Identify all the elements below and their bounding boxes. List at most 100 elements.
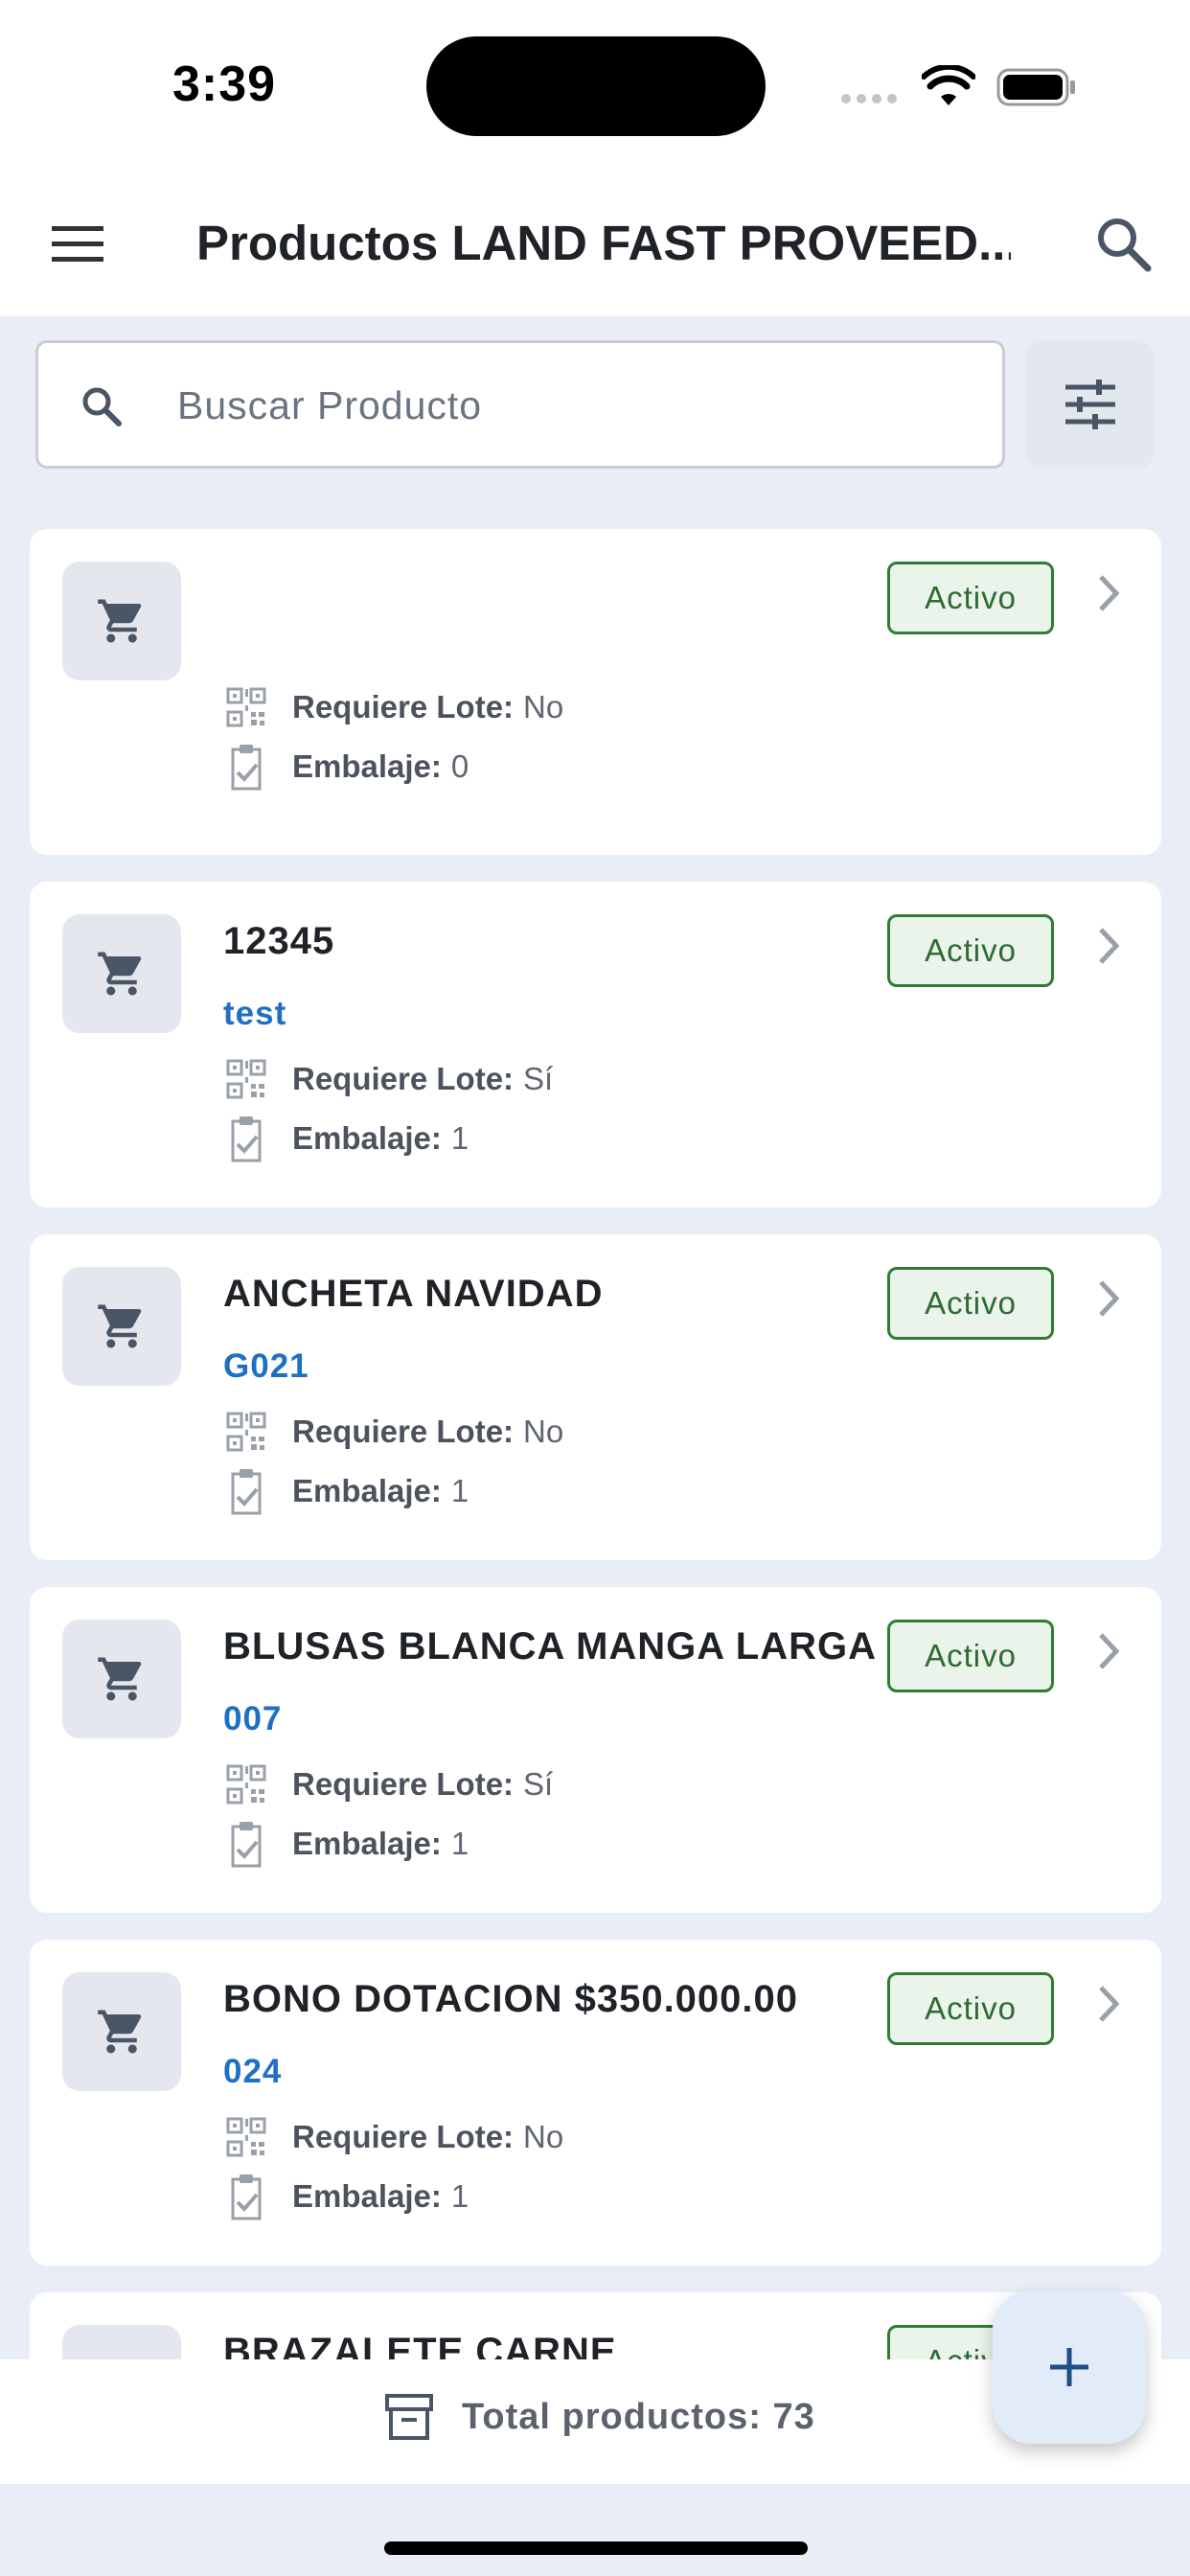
product-card[interactable]: BLUSAS BLANCA MANGA LARGA 007 Activo Req… — [30, 1587, 1161, 1913]
product-list-area: Activo Requiere Lote: No Embalaje: 0 — [0, 316, 1190, 2359]
home-indicator-area — [0, 2484, 1190, 2576]
product-name: BONO DOTACION $350.000.00 — [223, 1978, 799, 2020]
qr-code-icon — [226, 2117, 266, 2157]
product-card[interactable]: 12345 test Activo Requiere Lote: Sí Emba… — [30, 882, 1161, 1208]
shopping-cart-icon — [98, 952, 142, 996]
embalaje-value: 1 — [450, 2178, 469, 2214]
filter-button[interactable] — [1026, 340, 1155, 469]
status-badge: Activo — [887, 1972, 1054, 2045]
chevron-right-icon[interactable] — [1089, 1275, 1128, 1322]
requiere-lote-row: Requiere Lote: Sí — [225, 1756, 553, 1813]
total-products-label: Total productos: 73 — [462, 2396, 815, 2437]
qr-code-icon — [226, 687, 266, 727]
clipboard-check-icon — [231, 2174, 262, 2220]
product-thumbnail — [62, 1972, 181, 2091]
product-thumbnail — [62, 2325, 181, 2359]
chevron-right-icon[interactable] — [1089, 569, 1128, 617]
menu-icon[interactable] — [48, 220, 107, 268]
status-badge: Activo — [887, 1620, 1054, 1692]
qr-code-icon — [226, 1764, 266, 1805]
requiere-lote-label: Requiere Lote: — [292, 1061, 515, 1096]
product-list: Activo Requiere Lote: No Embalaje: 0 123… — [30, 529, 1161, 2359]
shopping-cart-icon — [98, 1657, 142, 1701]
product-name: 12345 — [223, 920, 335, 962]
search-icon[interactable] — [1092, 213, 1156, 276]
embalaje-label: Embalaje: — [292, 1826, 442, 1861]
qr-code-icon — [226, 1412, 266, 1452]
product-thumbnail — [62, 1620, 181, 1738]
filter-icon — [1065, 380, 1115, 429]
requiere-lote-row: Requiere Lote: Sí — [225, 1050, 553, 1108]
requiere-lote-value: No — [523, 2119, 564, 2154]
product-card[interactable]: Activo Requiere Lote: No Embalaje: 0 — [30, 529, 1161, 855]
app-bar: Productos LAND FAST PROVEED... — [0, 172, 1190, 316]
shopping-cart-icon — [98, 2010, 142, 2054]
requiere-lote-label: Requiere Lote: — [292, 1766, 515, 1802]
clipboard-check-icon — [231, 1822, 262, 1868]
requiere-lote-row: Requiere Lote: No — [225, 2108, 563, 2166]
embalaje-value: 1 — [450, 1826, 469, 1861]
embalaje-row: Embalaje: 1 — [225, 1110, 469, 1167]
status-bar: 3:39 — [0, 0, 1190, 172]
requiere-lote-value: No — [523, 1414, 564, 1449]
home-indicator[interactable] — [384, 2542, 808, 2555]
product-name: BRAZALETE CARNE — [223, 2331, 617, 2359]
product-card[interactable]: BRAZALETE CARNE Activo — [30, 2292, 1161, 2359]
plus-icon — [1050, 2348, 1088, 2386]
status-badge: Activo — [887, 1267, 1054, 1340]
embalaje-value: 1 — [450, 1473, 469, 1508]
page-title: Productos LAND FAST PROVEED... — [196, 216, 1011, 270]
clipboard-check-icon — [231, 745, 262, 791]
embalaje-row: Embalaje: 1 — [225, 1462, 469, 1520]
requiere-lote-row: Requiere Lote: No — [225, 1403, 563, 1460]
product-thumbnail — [62, 562, 181, 680]
total-products: Total productos: 73 — [383, 2390, 815, 2444]
search-icon — [82, 387, 122, 426]
embalaje-value: 1 — [450, 1120, 469, 1156]
add-product-button[interactable] — [993, 2290, 1146, 2444]
requiere-lote-label: Requiere Lote: — [292, 2119, 515, 2154]
product-code: 007 — [223, 1700, 283, 1737]
clipboard-check-icon — [231, 1469, 262, 1515]
product-code: test — [223, 995, 287, 1032]
clipboard-check-icon — [231, 1116, 262, 1162]
status-badge: Activo — [887, 914, 1054, 987]
requiere-lote-label: Requiere Lote: — [292, 1414, 515, 1449]
product-code: 024 — [223, 2053, 283, 2090]
embalaje-label: Embalaje: — [292, 748, 442, 784]
requiere-lote-value: Sí — [523, 1061, 554, 1096]
embalaje-row: Embalaje: 0 — [225, 738, 469, 795]
embalaje-row: Embalaje: 1 — [225, 1815, 469, 1873]
embalaje-row: Embalaje: 1 — [225, 2168, 469, 2225]
status-time: 3:39 — [172, 57, 277, 112]
search-field[interactable] — [35, 340, 1005, 469]
archive-box-icon — [385, 2394, 433, 2440]
search-input[interactable] — [177, 372, 963, 439]
requiere-lote-value: Sí — [523, 1766, 554, 1802]
embalaje-value: 0 — [450, 748, 469, 784]
chevron-right-icon[interactable] — [1089, 1980, 1128, 2028]
wifi-icon — [922, 65, 975, 105]
requiere-lote-label: Requiere Lote: — [292, 689, 515, 724]
embalaje-label: Embalaje: — [292, 1120, 442, 1156]
shopping-cart-icon — [98, 1304, 142, 1348]
product-thumbnail — [62, 1267, 181, 1386]
embalaje-label: Embalaje: — [292, 2178, 442, 2214]
screen: 3:39 Productos LAND FAST PROVEED... Busc… — [0, 0, 1190, 2576]
chevron-right-icon[interactable] — [1089, 922, 1128, 970]
product-card[interactable]: ANCHETA NAVIDAD G021 Activo Requiere Lot… — [30, 1234, 1161, 1560]
product-name: BLUSAS BLANCA MANGA LARGA — [223, 1625, 877, 1668]
shopping-cart-icon — [98, 599, 142, 643]
product-name: ANCHETA NAVIDAD — [223, 1273, 604, 1315]
requiere-lote-value: No — [523, 689, 564, 724]
qr-code-icon — [226, 1059, 266, 1099]
battery-icon — [996, 68, 1075, 106]
status-badge: Activo — [887, 562, 1054, 634]
product-code: G021 — [223, 1347, 309, 1385]
cellular-signal-icon — [841, 94, 903, 105]
requiere-lote-row: Requiere Lote: No — [225, 678, 563, 736]
product-thumbnail — [62, 914, 181, 1033]
embalaje-label: Embalaje: — [292, 1473, 442, 1508]
product-card[interactable]: BONO DOTACION $350.000.00 024 Activo Req… — [30, 1940, 1161, 2266]
chevron-right-icon[interactable] — [1089, 1627, 1128, 1675]
